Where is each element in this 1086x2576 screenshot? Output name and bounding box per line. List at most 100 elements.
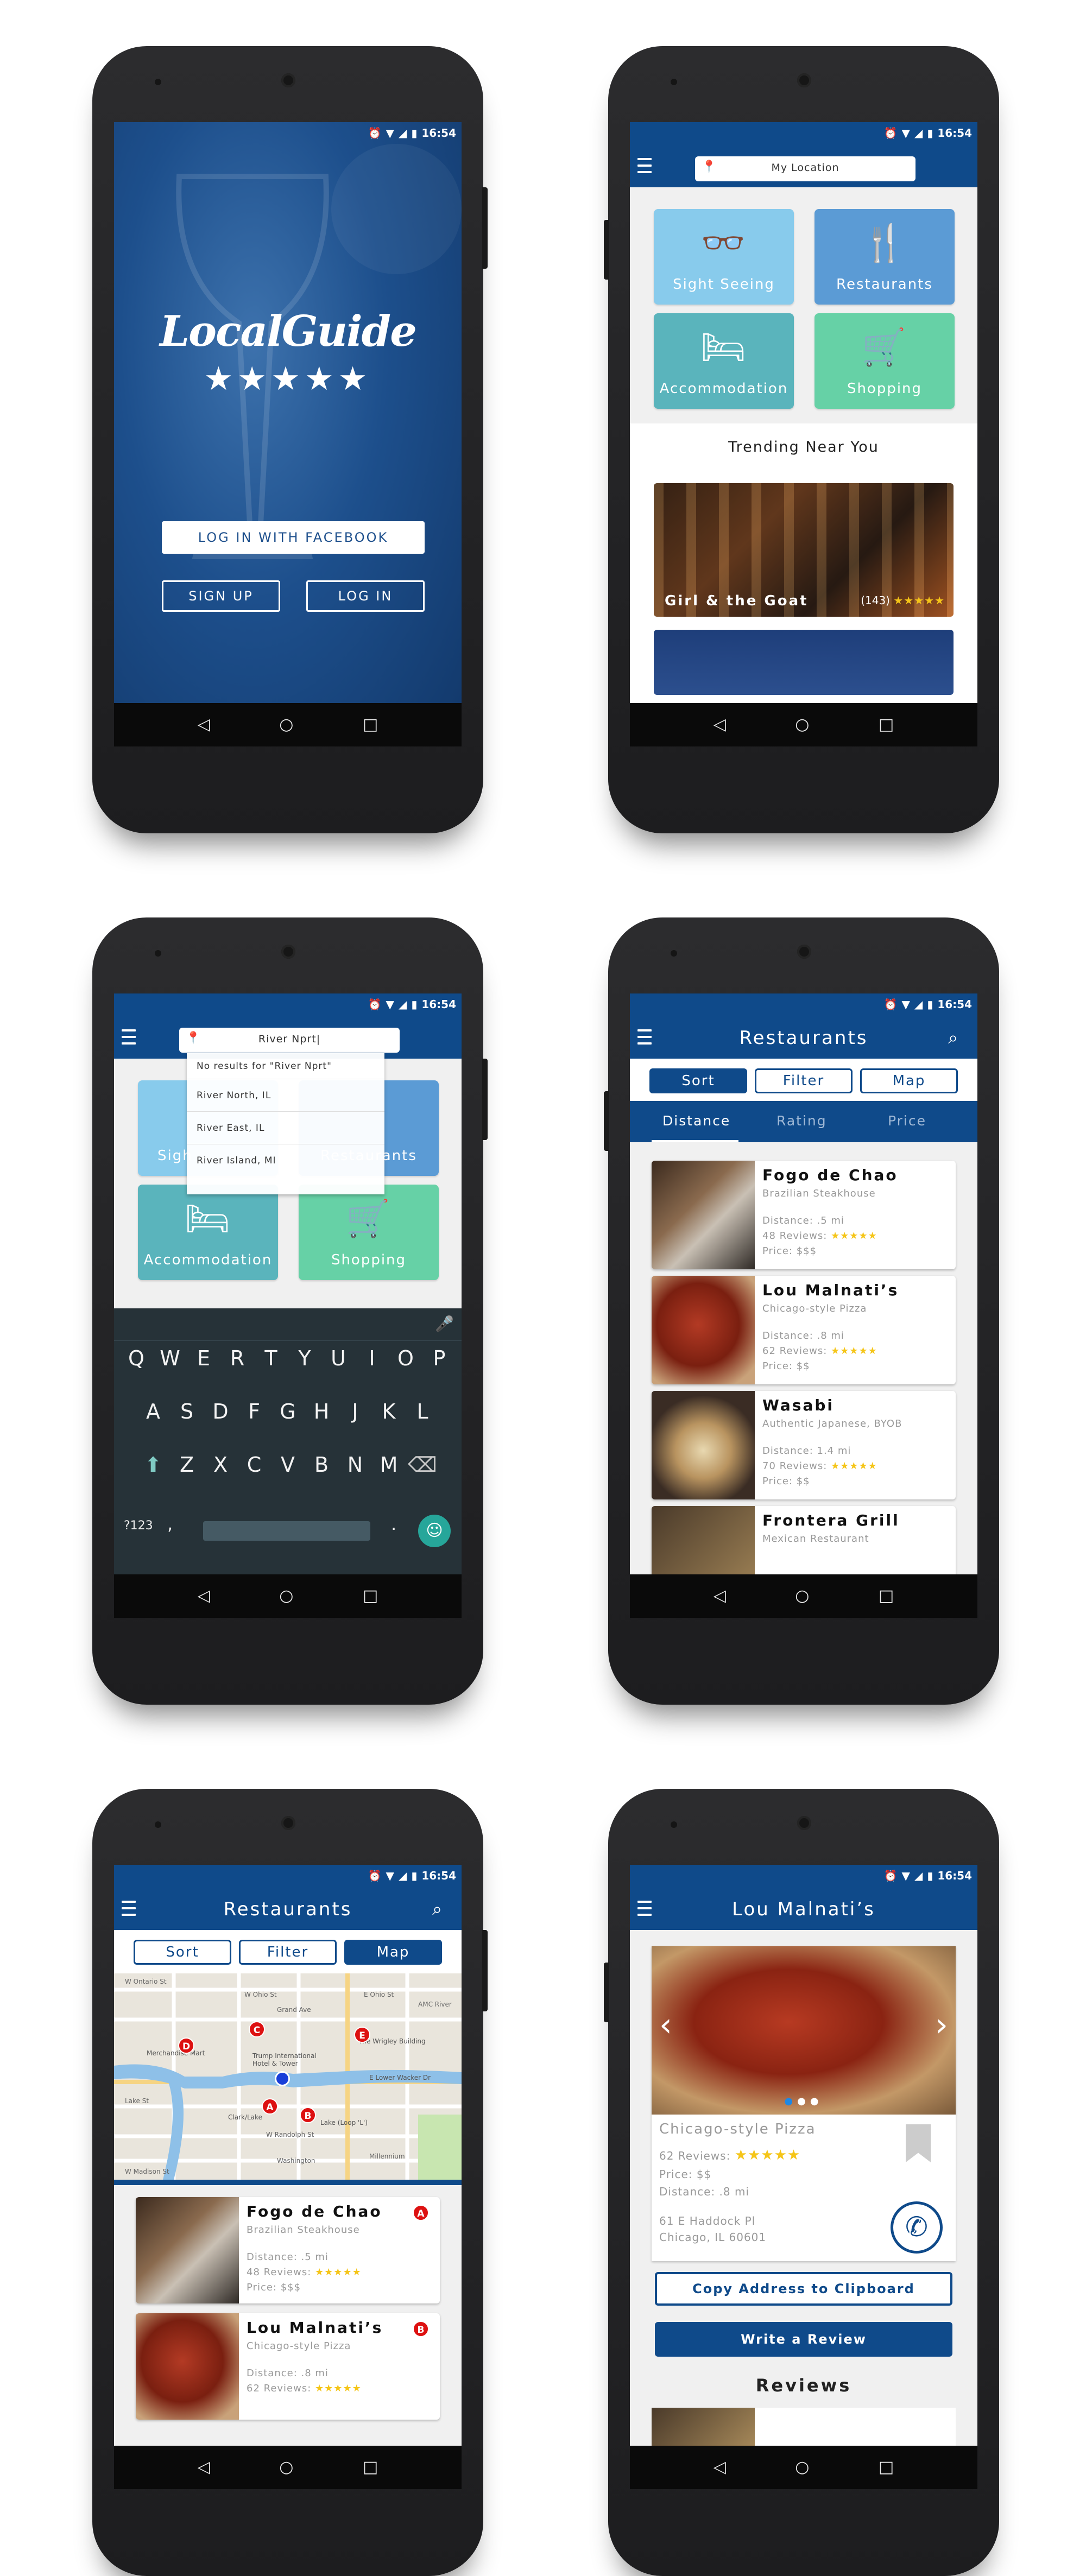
key[interactable]: D: [204, 1400, 237, 1423]
segment-sort[interactable]: Sort: [649, 1068, 747, 1093]
list-item[interactable]: Fogo de Chao Brazilian Steakhouse Distan…: [136, 2197, 440, 2303]
phone-icon[interactable]: ✆: [891, 2201, 943, 2254]
recents-icon[interactable]: □: [363, 717, 378, 733]
key[interactable]: B: [305, 1453, 338, 1477]
copy-address-button[interactable]: Copy Address to Clipboard: [655, 2272, 952, 2306]
back-icon[interactable]: ◁: [714, 717, 726, 733]
segment-filter[interactable]: Filter: [239, 1940, 337, 1965]
menu-icon[interactable]: [122, 1027, 136, 1047]
key[interactable]: R: [220, 1346, 254, 1370]
location-search-field[interactable]: 📍 River Nprt|: [179, 1028, 400, 1053]
recents-icon[interactable]: □: [363, 2459, 378, 2476]
key[interactable]: K: [372, 1400, 406, 1423]
tab-rating[interactable]: Rating: [776, 1113, 827, 1129]
tile-accommodation[interactable]: 🛏 Accommodation: [138, 1185, 278, 1280]
login-button[interactable]: LOG IN: [306, 580, 425, 612]
key[interactable]: T: [254, 1346, 288, 1370]
tab-distance[interactable]: Distance: [662, 1113, 730, 1129]
num-key[interactable]: ?123: [124, 1519, 153, 1533]
tile-shopping[interactable]: 🛒 Shopping: [299, 1185, 439, 1280]
key[interactable]: F: [237, 1400, 271, 1423]
segment-filter[interactable]: Filter: [755, 1068, 853, 1093]
home-icon[interactable]: ○: [795, 1588, 809, 1604]
map-pin-d[interactable]: D: [178, 2037, 194, 2054]
back-icon[interactable]: ◁: [198, 2459, 210, 2476]
trending-card[interactable]: Girl & the Goat (143) ★★★★★: [654, 483, 954, 617]
home-icon[interactable]: ○: [279, 717, 293, 733]
key[interactable]: O: [389, 1346, 422, 1370]
key[interactable]: E: [187, 1346, 220, 1370]
suggestion-item[interactable]: River North, IL: [187, 1079, 384, 1112]
key[interactable]: Q: [119, 1346, 153, 1370]
suggestion-item[interactable]: River East, IL: [187, 1112, 384, 1144]
tile-shopping[interactable]: 🛒 Shopping: [815, 313, 955, 409]
key[interactable]: C: [237, 1453, 271, 1477]
emoji-icon[interactable]: ☺: [418, 1515, 451, 1547]
map-pin-c[interactable]: C: [249, 2021, 265, 2037]
key[interactable]: W: [153, 1346, 187, 1370]
key[interactable]: G: [271, 1400, 305, 1423]
key[interactable]: P: [422, 1346, 456, 1370]
segment-map[interactable]: Map: [860, 1068, 958, 1093]
trending-card-next[interactable]: [654, 630, 954, 695]
comma-key[interactable]: ,: [167, 1514, 173, 1534]
map-pin-a[interactable]: A: [262, 2098, 278, 2115]
tile-restaurants[interactable]: 🍴 Restaurants: [815, 209, 955, 305]
menu-icon[interactable]: [637, 156, 652, 175]
segment-sort[interactable]: Sort: [134, 1940, 231, 1965]
key[interactable]: X: [204, 1453, 237, 1477]
write-review-button[interactable]: Write a Review: [655, 2322, 952, 2357]
back-icon[interactable]: ◁: [714, 2459, 726, 2476]
list-item[interactable]: Lou Malnati’s Chicago-style Pizza Distan…: [652, 1276, 956, 1384]
key[interactable]: S: [170, 1400, 204, 1423]
home-icon[interactable]: ○: [795, 717, 809, 733]
map-view[interactable]: W Ontario St W Ohio St E Ohio St Grand A…: [114, 1973, 462, 2180]
home-icon[interactable]: ○: [279, 1588, 293, 1604]
signup-button[interactable]: SIGN UP: [162, 580, 280, 612]
key[interactable]: V: [271, 1453, 305, 1477]
tile-accommodation[interactable]: 🛏 Accommodation: [654, 313, 794, 409]
period-key[interactable]: .: [391, 1514, 396, 1534]
key[interactable]: Y: [288, 1346, 321, 1370]
backspace-icon[interactable]: ⌫: [406, 1453, 439, 1477]
back-icon[interactable]: ◁: [714, 1588, 726, 1604]
shift-icon[interactable]: ⬆: [136, 1453, 170, 1477]
bookmark-icon[interactable]: [906, 2124, 931, 2162]
photo-carousel[interactable]: ‹ › ●●●: [652, 1946, 956, 2115]
tab-price[interactable]: Price: [888, 1113, 926, 1129]
list-item[interactable]: Lou Malnati’s Chicago-style Pizza Distan…: [136, 2313, 440, 2420]
map-pin-b[interactable]: B: [300, 2107, 316, 2123]
home-icon[interactable]: ○: [795, 2459, 809, 2476]
review-card[interactable]: [652, 2408, 956, 2451]
recents-icon[interactable]: □: [879, 2459, 894, 2476]
location-search-field[interactable]: 📍 My Location: [695, 156, 915, 181]
key[interactable]: A: [136, 1400, 170, 1423]
suggestion-item[interactable]: River Island, MI: [187, 1144, 384, 1177]
mic-icon[interactable]: 🎤: [435, 1315, 454, 1333]
tile-sight-seeing[interactable]: 👓 Sight Seeing: [654, 209, 794, 305]
spacebar[interactable]: [203, 1521, 370, 1541]
list-item[interactable]: Fogo de Chao Brazilian Steakhouse Distan…: [652, 1161, 956, 1269]
key[interactable]: M: [372, 1453, 406, 1477]
key[interactable]: H: [305, 1400, 338, 1423]
map-pin-e[interactable]: E: [354, 2027, 370, 2043]
list-item[interactable]: Wasabi Authentic Japanese, BYOB Distance…: [652, 1391, 956, 1499]
key[interactable]: J: [338, 1400, 372, 1423]
key[interactable]: L: [406, 1400, 439, 1423]
search-icon[interactable]: ⌕: [948, 1027, 958, 1048]
back-icon[interactable]: ◁: [198, 717, 210, 733]
key[interactable]: Z: [170, 1453, 204, 1477]
segment-map[interactable]: Map: [344, 1940, 442, 1965]
key[interactable]: N: [338, 1453, 372, 1477]
key[interactable]: U: [321, 1346, 355, 1370]
facebook-login-button[interactable]: LOG IN WITH FACEBOOK: [162, 521, 425, 554]
recents-icon[interactable]: □: [879, 717, 894, 733]
home-icon[interactable]: ○: [279, 2459, 293, 2476]
recents-icon[interactable]: □: [879, 1588, 894, 1604]
back-icon[interactable]: ◁: [198, 1588, 210, 1604]
recents-icon[interactable]: □: [363, 1588, 378, 1604]
chevron-left-icon[interactable]: ‹: [659, 2006, 672, 2044]
chevron-right-icon[interactable]: ›: [935, 2006, 948, 2044]
search-icon[interactable]: ⌕: [432, 1898, 442, 1920]
key[interactable]: I: [355, 1346, 389, 1370]
